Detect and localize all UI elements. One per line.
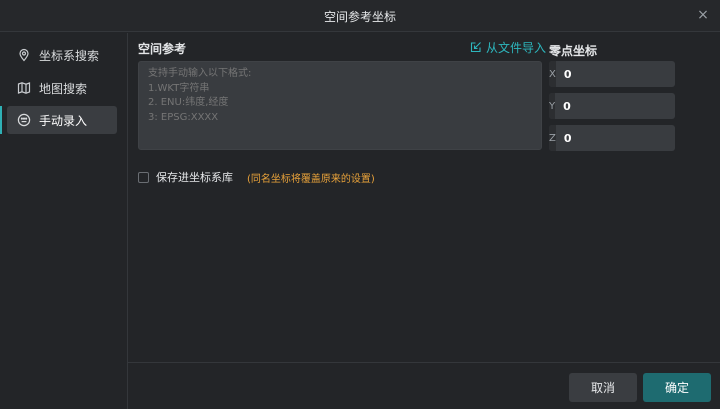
keyboard-icon — [17, 113, 31, 127]
reference-label: 空间参考 — [138, 42, 187, 56]
overwrite-warning: (同名坐标将覆盖原来的设置) — [247, 173, 375, 185]
sidebar-item-label: 手动录入 — [39, 113, 88, 128]
cancel-button[interactable]: 取消 — [569, 373, 637, 402]
coord-x-field: X — [549, 61, 717, 87]
save-to-library-checkbox[interactable] — [138, 171, 149, 183]
sidebar-item-coordinate-search[interactable]: 坐标系搜索 — [7, 41, 117, 69]
coord-z-label: Z — [549, 125, 556, 151]
origin-label: 零点坐标 — [549, 44, 598, 58]
coord-x-label: X — [549, 61, 556, 87]
coord-z-input[interactable] — [555, 125, 717, 151]
map-pin-icon — [17, 48, 31, 62]
sidebar: 坐标系搜索 地图搜索 手动录入 — [0, 33, 128, 409]
confirm-button[interactable]: 确定 — [643, 373, 711, 402]
spatial-reference-input[interactable] — [138, 61, 542, 150]
sidebar-item-map-search[interactable]: 地图搜索 — [7, 74, 117, 102]
map-icon — [17, 81, 31, 95]
coord-y-input[interactable] — [555, 93, 717, 119]
import-label: 从文件导入 — [486, 40, 547, 55]
close-icon[interactable]: × — [696, 8, 710, 22]
coord-y-field: Y — [549, 93, 717, 119]
save-to-library-label[interactable]: 保存进坐标系库 — [156, 169, 233, 185]
sidebar-item-label: 坐标系搜索 — [39, 48, 100, 63]
dialog-titlebar: 空间参考坐标 × — [0, 0, 720, 32]
sidebar-item-label: 地图搜索 — [39, 81, 88, 96]
sidebar-item-manual-entry[interactable]: 手动录入 — [7, 106, 117, 134]
import-from-file-link[interactable]: 从文件导入 — [470, 40, 547, 55]
coord-x-input[interactable] — [555, 61, 717, 87]
edit-import-icon — [470, 42, 481, 53]
save-to-library-row: 保存进坐标系库 (同名坐标将覆盖原来的设置) — [138, 169, 375, 185]
dialog-title: 空间参考坐标 — [323, 10, 396, 24]
active-indicator — [0, 106, 2, 134]
coord-z-field: Z — [549, 125, 717, 151]
